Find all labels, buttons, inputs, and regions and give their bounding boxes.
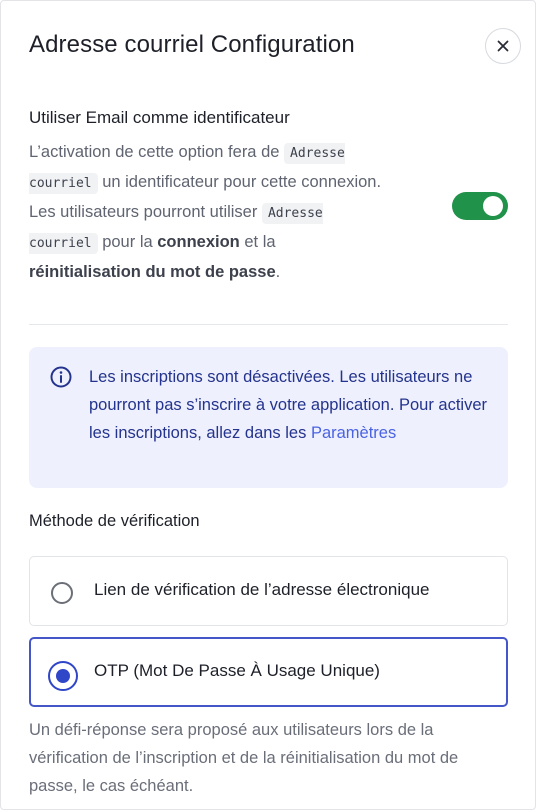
bold-connexion: connexion (157, 233, 240, 251)
close-button[interactable] (485, 28, 521, 64)
option-email-link[interactable]: Lien de vérification de l’adresse électr… (29, 556, 508, 626)
radio-unselected[interactable] (51, 582, 73, 604)
desc-text: L’activation de cette option fera de (29, 143, 285, 161)
desc-text: . (275, 263, 281, 281)
verification-method-label: Méthode de vérification (29, 512, 200, 530)
identifier-setting-title: Utiliser Email comme identificateur (29, 108, 290, 127)
info-text: Les inscriptions sont désactivées. Les u… (89, 363, 489, 447)
toggle-knob (483, 196, 503, 216)
option-label: OTP (Mot De Passe À Usage Unique) (94, 661, 380, 680)
identifier-setting-description: L’activation de cette option fera de Adr… (29, 138, 389, 286)
signup-disabled-info-box: Les inscriptions sont désactivées. Les u… (29, 347, 508, 488)
verification-footnote: Un défi-réponse sera proposé aux utilisa… (29, 721, 459, 795)
info-message: Les inscriptions sont désactivées. Les u… (89, 368, 488, 442)
parametres-link[interactable]: Paramètres (311, 424, 396, 442)
dialog-title: Adresse courriel Configuration (29, 31, 355, 58)
identifier-toggle[interactable] (452, 192, 508, 220)
info-icon (50, 366, 72, 388)
option-otp[interactable]: OTP (Mot De Passe À Usage Unique) (29, 637, 508, 707)
close-icon (497, 40, 509, 52)
bold-reinitialisation: réinitialisation du mot de passe (29, 263, 276, 281)
radio-selected[interactable] (48, 661, 78, 691)
configuration-dialog: Adresse courriel Configuration Utiliser … (0, 0, 536, 810)
divider (29, 324, 508, 325)
option-label: Lien de vérification de l’adresse électr… (94, 580, 430, 599)
desc-text: et la (239, 233, 276, 251)
desc-text: pour la (97, 233, 158, 251)
